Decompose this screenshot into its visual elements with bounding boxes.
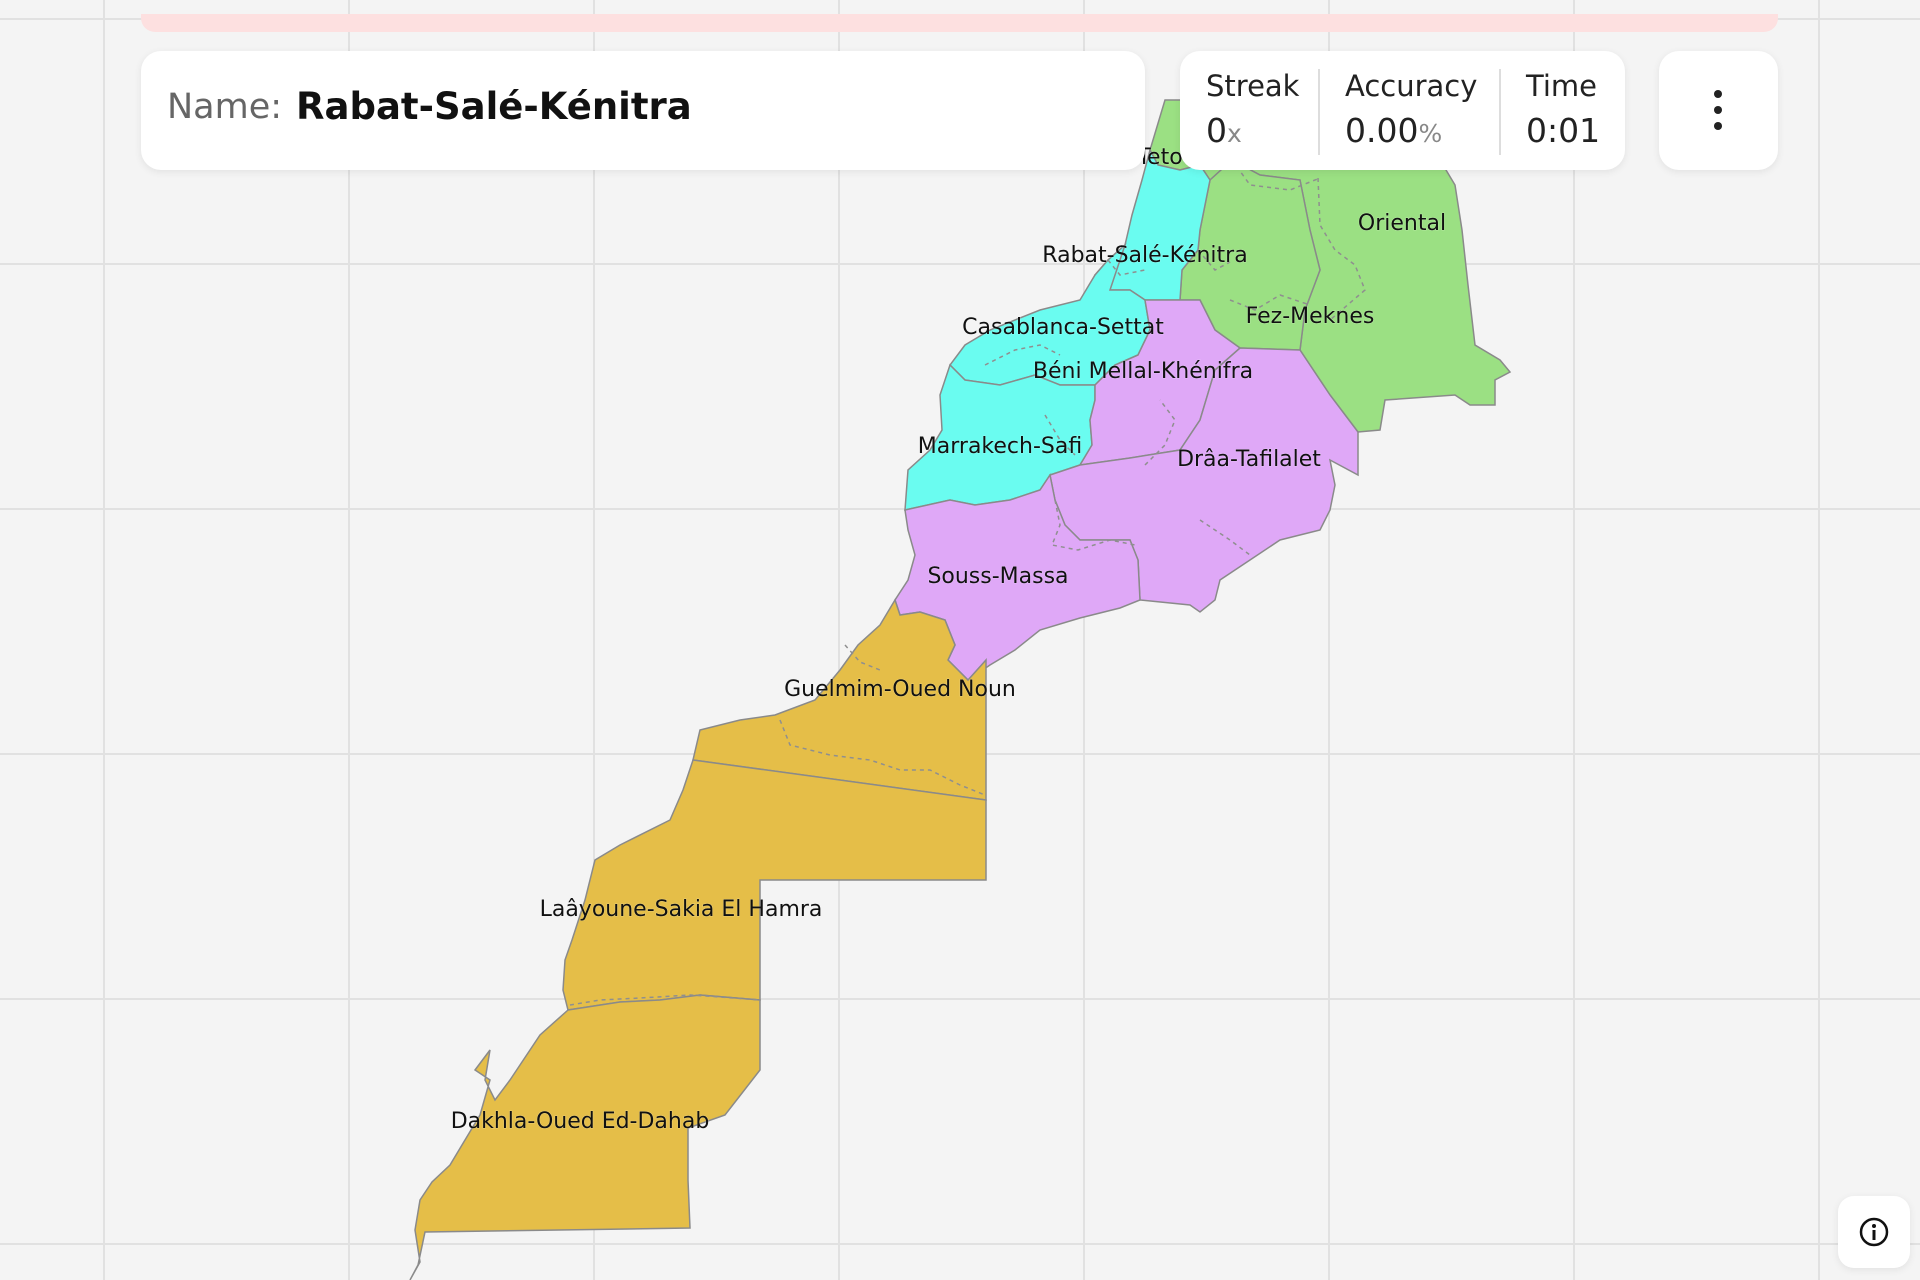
region-label-dakhla-oued-ed-dahab: Dakhla-Oued Ed-Dahab bbox=[451, 1109, 710, 1134]
streak-value: 0 bbox=[1206, 111, 1227, 150]
streak-stat: Streak 0x bbox=[1206, 69, 1299, 150]
accuracy-stat: Accuracy 0.00% bbox=[1345, 69, 1477, 150]
game-stage: Teto Oriental Rabat-Salé-Kénitra Fez-Mek… bbox=[0, 0, 1920, 1280]
stats-divider bbox=[1318, 69, 1320, 155]
region-label-laayoune-sakia-el-hamra: Laâyoune-Sakia El Hamra bbox=[540, 897, 823, 922]
info-icon bbox=[1859, 1217, 1889, 1247]
streak-label: Streak bbox=[1206, 69, 1300, 103]
region-label-fez-meknes: Fez-Meknes bbox=[1246, 304, 1375, 329]
accuracy-value-row: 0.00% bbox=[1345, 111, 1477, 150]
menu-button[interactable] bbox=[1659, 51, 1778, 170]
time-stat: Time 0:01 bbox=[1526, 69, 1600, 150]
region-dakhla-oued-ed-dahab[interactable] bbox=[409, 994, 761, 1280]
accuracy-label: Accuracy bbox=[1345, 69, 1478, 103]
accuracy-suffix: % bbox=[1418, 119, 1443, 148]
info-button[interactable] bbox=[1838, 1196, 1910, 1268]
streak-value-row: 0x bbox=[1206, 111, 1299, 150]
target-name-label: Name: bbox=[167, 87, 283, 127]
target-name-card: Name: Rabat-Salé-Kénitra bbox=[141, 51, 1145, 170]
time-value: 0:01 bbox=[1526, 111, 1601, 150]
streak-suffix: x bbox=[1227, 119, 1242, 148]
stats-card: Streak 0x Accuracy 0.00% Time 0:01 bbox=[1180, 51, 1625, 170]
region-label-souss-massa: Souss-Massa bbox=[927, 564, 1068, 589]
region-label-rabat-sale-kenitra: Rabat-Salé-Kénitra bbox=[1042, 243, 1247, 268]
region-label-draa-tafilalet: Drâa-Tafilalet bbox=[1177, 447, 1321, 472]
stats-divider bbox=[1499, 69, 1501, 155]
accuracy-value: 0.00 bbox=[1345, 111, 1419, 150]
region-label-beni-mellal-khenifra: Béni Mellal-Khénifra bbox=[1033, 359, 1253, 384]
morocco-map: Teto Oriental Rabat-Salé-Kénitra Fez-Mek… bbox=[409, 99, 1512, 1280]
target-name-value: Rabat-Salé-Kénitra bbox=[296, 85, 692, 128]
region-label-casablanca-settat: Casablanca-Settat bbox=[962, 315, 1164, 340]
region-label-guelmim-oued-noun: Guelmim-Oued Noun bbox=[784, 677, 1016, 702]
region-label-oriental: Oriental bbox=[1358, 211, 1446, 236]
region-label-marrakech-safi: Marrakech-Safi bbox=[918, 434, 1082, 459]
progress-strip bbox=[141, 14, 1778, 32]
region-laayoune-sakia-el-hamra[interactable] bbox=[562, 759, 987, 1011]
time-label: Time bbox=[1526, 69, 1597, 103]
kebab-menu-icon bbox=[1710, 90, 1726, 134]
